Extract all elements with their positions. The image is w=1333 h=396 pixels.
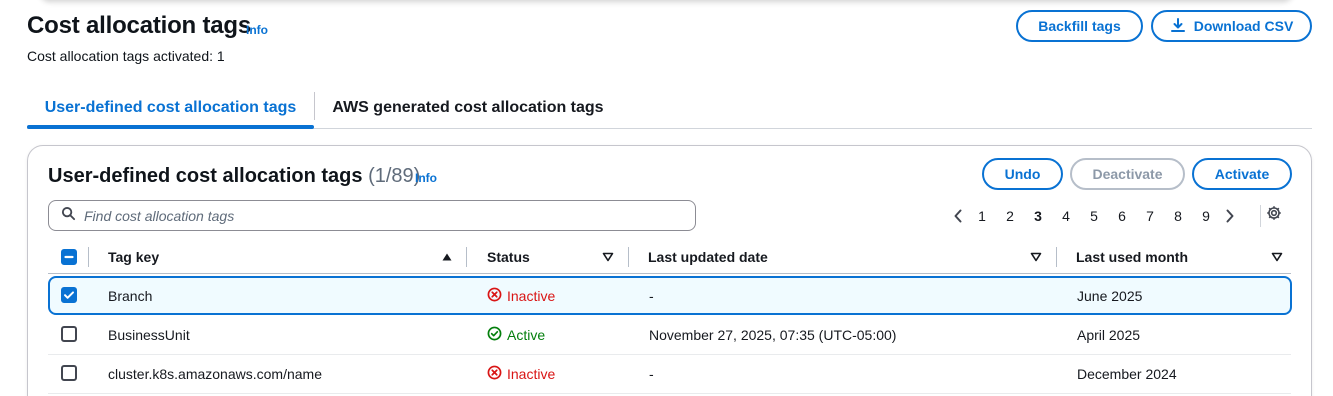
row-checkbox[interactable] bbox=[61, 326, 77, 342]
activate-button[interactable]: Activate bbox=[1192, 158, 1292, 190]
tag-key-cell: BusinessUnit bbox=[108, 326, 190, 343]
last-updated-cell: November 27, 2025, 07:35 (UTC-05:00) bbox=[649, 326, 897, 343]
row-checkbox[interactable] bbox=[61, 287, 77, 303]
page-1[interactable]: 1 bbox=[968, 208, 996, 224]
undo-label: Undo bbox=[1004, 166, 1041, 182]
page-7[interactable]: 7 bbox=[1136, 208, 1164, 224]
table-info-link[interactable]: Info bbox=[415, 171, 437, 185]
status-text: Inactive bbox=[507, 287, 556, 304]
last-updated-cell: - bbox=[649, 287, 654, 304]
x-circle-icon bbox=[487, 287, 502, 305]
status-cell: Active bbox=[487, 315, 545, 354]
sort-descending-icon[interactable] bbox=[1271, 250, 1283, 268]
page-4[interactable]: 4 bbox=[1052, 208, 1080, 224]
page-8[interactable]: 8 bbox=[1164, 208, 1192, 224]
activate-label: Activate bbox=[1214, 166, 1270, 182]
chevron-right-icon[interactable] bbox=[1220, 209, 1240, 223]
page-5[interactable]: 5 bbox=[1080, 208, 1108, 224]
pagination: 1 2 3 4 5 6 7 8 9 bbox=[948, 204, 1240, 228]
status-text: Active bbox=[507, 326, 546, 343]
page-2[interactable]: 2 bbox=[996, 208, 1024, 224]
search-box bbox=[48, 200, 696, 231]
page-3-current[interactable]: 3 bbox=[1024, 208, 1052, 224]
check-circle-icon bbox=[487, 326, 502, 344]
last-used-cell: April 2025 bbox=[1077, 326, 1141, 343]
column-header-last-used[interactable]: Last used month bbox=[1076, 242, 1188, 272]
tab-bar: User-defined cost allocation tags AWS ge… bbox=[27, 88, 1312, 129]
table-title-text: User-defined cost allocation tags bbox=[48, 165, 363, 187]
table-row[interactable]: BusinessUnit Active November 27, 2025, 0… bbox=[48, 315, 1292, 354]
tag-key-cell: cluster.k8s.amazonaws.com/name bbox=[108, 365, 322, 382]
tab-user-defined[interactable]: User-defined cost allocation tags bbox=[27, 88, 314, 129]
table-row[interactable]: cluster.k8s.amazonaws.com/name Inactive … bbox=[48, 354, 1292, 393]
status-text: Inactive bbox=[507, 365, 556, 382]
row-checkbox[interactable] bbox=[61, 365, 77, 381]
header-rule bbox=[48, 273, 1291, 274]
status-cell: Inactive bbox=[487, 354, 555, 393]
last-used-cell: June 2025 bbox=[1077, 287, 1143, 304]
undo-button[interactable]: Undo bbox=[982, 158, 1063, 190]
tab-aws-generated[interactable]: AWS generated cost allocation tags bbox=[315, 88, 621, 128]
page-6[interactable]: 6 bbox=[1108, 208, 1136, 224]
chevron-left-icon[interactable] bbox=[948, 209, 968, 223]
sort-descending-icon[interactable] bbox=[1030, 250, 1042, 268]
deactivate-button[interactable]: Deactivate bbox=[1070, 158, 1185, 190]
column-header-tag-key[interactable]: Tag key bbox=[108, 242, 159, 272]
column-separator bbox=[88, 247, 89, 267]
column-separator bbox=[628, 247, 629, 267]
tag-key-cell: Branch bbox=[108, 287, 153, 304]
table-count: (1/89) bbox=[368, 165, 421, 187]
download-icon bbox=[1170, 17, 1186, 36]
status-cell: Inactive bbox=[487, 278, 555, 313]
column-separator bbox=[466, 247, 467, 267]
sort-ascending-icon[interactable] bbox=[441, 250, 453, 268]
select-all-checkbox[interactable] bbox=[61, 249, 77, 265]
page-9[interactable]: 9 bbox=[1192, 208, 1220, 224]
page-title: Cost allocation tags bbox=[27, 12, 252, 39]
table-title: User-defined cost allocation tags (1/89) bbox=[48, 165, 420, 188]
backfill-tags-button[interactable]: Backfill tags bbox=[1016, 10, 1143, 42]
sort-descending-icon[interactable] bbox=[602, 250, 614, 268]
search-input[interactable] bbox=[84, 207, 695, 224]
activated-count-text: Cost allocation tags activated: 1 bbox=[27, 48, 225, 64]
backfill-tags-label: Backfill tags bbox=[1038, 18, 1121, 34]
download-csv-button[interactable]: Download CSV bbox=[1151, 10, 1312, 42]
page-info-link[interactable]: Info bbox=[246, 23, 268, 37]
row-divider bbox=[48, 393, 1291, 394]
tags-table-container: User-defined cost allocation tags (1/89)… bbox=[27, 145, 1312, 396]
gear-icon[interactable] bbox=[1260, 205, 1282, 227]
table-row[interactable]: Branch Inactive - June 2025 bbox=[48, 276, 1292, 315]
x-circle-icon bbox=[487, 365, 502, 383]
column-separator bbox=[1056, 247, 1057, 267]
column-header-last-updated[interactable]: Last updated date bbox=[648, 242, 768, 272]
search-icon bbox=[61, 206, 76, 226]
column-header-status[interactable]: Status bbox=[487, 242, 530, 272]
last-used-cell: December 2024 bbox=[1077, 365, 1177, 382]
deactivate-label: Deactivate bbox=[1092, 166, 1163, 182]
last-updated-cell: - bbox=[649, 365, 654, 382]
download-csv-label: Download CSV bbox=[1193, 18, 1294, 34]
